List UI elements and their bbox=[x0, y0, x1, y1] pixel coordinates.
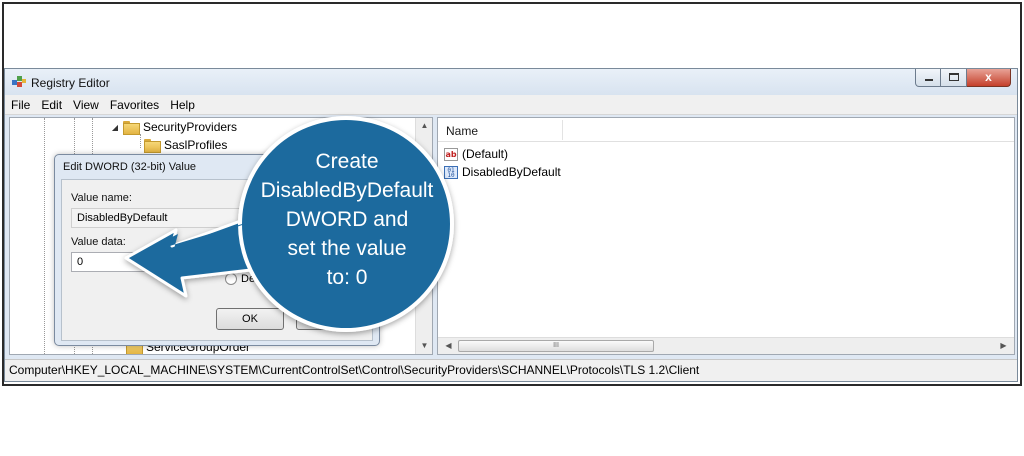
minimize-button[interactable] bbox=[915, 69, 941, 87]
scroll-down-icon[interactable]: ▼ bbox=[416, 338, 432, 354]
scrollbar-thumb[interactable]: III bbox=[458, 340, 654, 352]
scroll-right-icon[interactable]: ▶ bbox=[995, 338, 1012, 354]
registry-editor-icon bbox=[12, 76, 26, 87]
menu-favorites[interactable]: Favorites bbox=[110, 98, 159, 112]
menu-file[interactable]: File bbox=[11, 98, 30, 112]
tree-item-label: SaslProfiles bbox=[164, 138, 228, 152]
tree-guide-line bbox=[44, 118, 45, 354]
callout-line: DisabledByDefault bbox=[260, 179, 434, 202]
column-header-name[interactable]: Name bbox=[446, 124, 478, 138]
callout-line: DWORD and bbox=[285, 208, 409, 231]
scrollbar-grip: III bbox=[553, 342, 559, 349]
cancel-button[interactable] bbox=[296, 308, 364, 330]
value-data-input[interactable]: 0 bbox=[71, 252, 207, 272]
close-icon: x bbox=[985, 70, 992, 84]
values-horizontal-scrollbar[interactable]: ◀ III ▶ bbox=[438, 337, 1014, 354]
value-name-label: Value name: bbox=[71, 192, 132, 204]
title-bar: Registry Editor x bbox=[5, 69, 1017, 95]
folder-icon bbox=[144, 139, 161, 153]
tree-item-security-providers[interactable]: ◢ SecurityProviders bbox=[110, 120, 238, 135]
callout-line: to: 0 bbox=[326, 266, 368, 289]
value-name: DisabledByDefault bbox=[462, 165, 561, 179]
status-bar-path: Computer\HKEY_LOCAL_MACHINE\SYSTEM\Curre… bbox=[5, 359, 1017, 381]
tree-guide-line bbox=[140, 134, 141, 148]
tree-item-label: SecurityProviders bbox=[143, 120, 238, 134]
value-row-default[interactable]: ab (Default) bbox=[444, 145, 508, 163]
scroll-left-icon[interactable]: ◀ bbox=[440, 338, 457, 354]
menu-edit[interactable]: Edit bbox=[41, 98, 62, 112]
ok-button[interactable]: OK bbox=[216, 308, 284, 330]
values-pane[interactable]: Name ab (Default) 01 10 DisabledByDefault… bbox=[437, 117, 1015, 355]
minimize-icon bbox=[925, 79, 933, 81]
radio-unchecked-icon bbox=[225, 273, 237, 285]
folder-icon bbox=[123, 121, 140, 135]
scroll-up-icon[interactable]: ▲ bbox=[416, 118, 432, 134]
menu-bar: File Edit View Favorites Help bbox=[5, 95, 1017, 115]
window-controls: x bbox=[915, 69, 1011, 89]
column-header: Name bbox=[438, 118, 1014, 142]
column-divider[interactable] bbox=[562, 120, 563, 140]
maximize-button[interactable] bbox=[941, 69, 967, 87]
dialog-title: Edit DWORD (32-bit) Value bbox=[63, 161, 197, 173]
window-title: Registry Editor bbox=[31, 76, 110, 90]
value-name: (Default) bbox=[462, 147, 509, 161]
callout-text: Create DisabledByDefault DWORD and set t… bbox=[244, 147, 450, 292]
menu-help[interactable]: Help bbox=[170, 98, 195, 112]
radio-checked-icon bbox=[225, 254, 237, 266]
collapse-icon[interactable]: ◢ bbox=[110, 123, 120, 132]
menu-view[interactable]: View bbox=[73, 98, 99, 112]
tree-item-sasl-profiles[interactable]: SaslProfiles bbox=[144, 138, 228, 153]
value-data-label: Value data: bbox=[71, 236, 126, 248]
maximize-icon bbox=[949, 73, 959, 81]
callout-line: Create bbox=[315, 150, 379, 173]
callout-line: set the value bbox=[287, 237, 407, 260]
close-button[interactable]: x bbox=[967, 69, 1011, 87]
value-row-disabled-by-default[interactable]: 01 10 DisabledByDefault bbox=[444, 163, 561, 181]
